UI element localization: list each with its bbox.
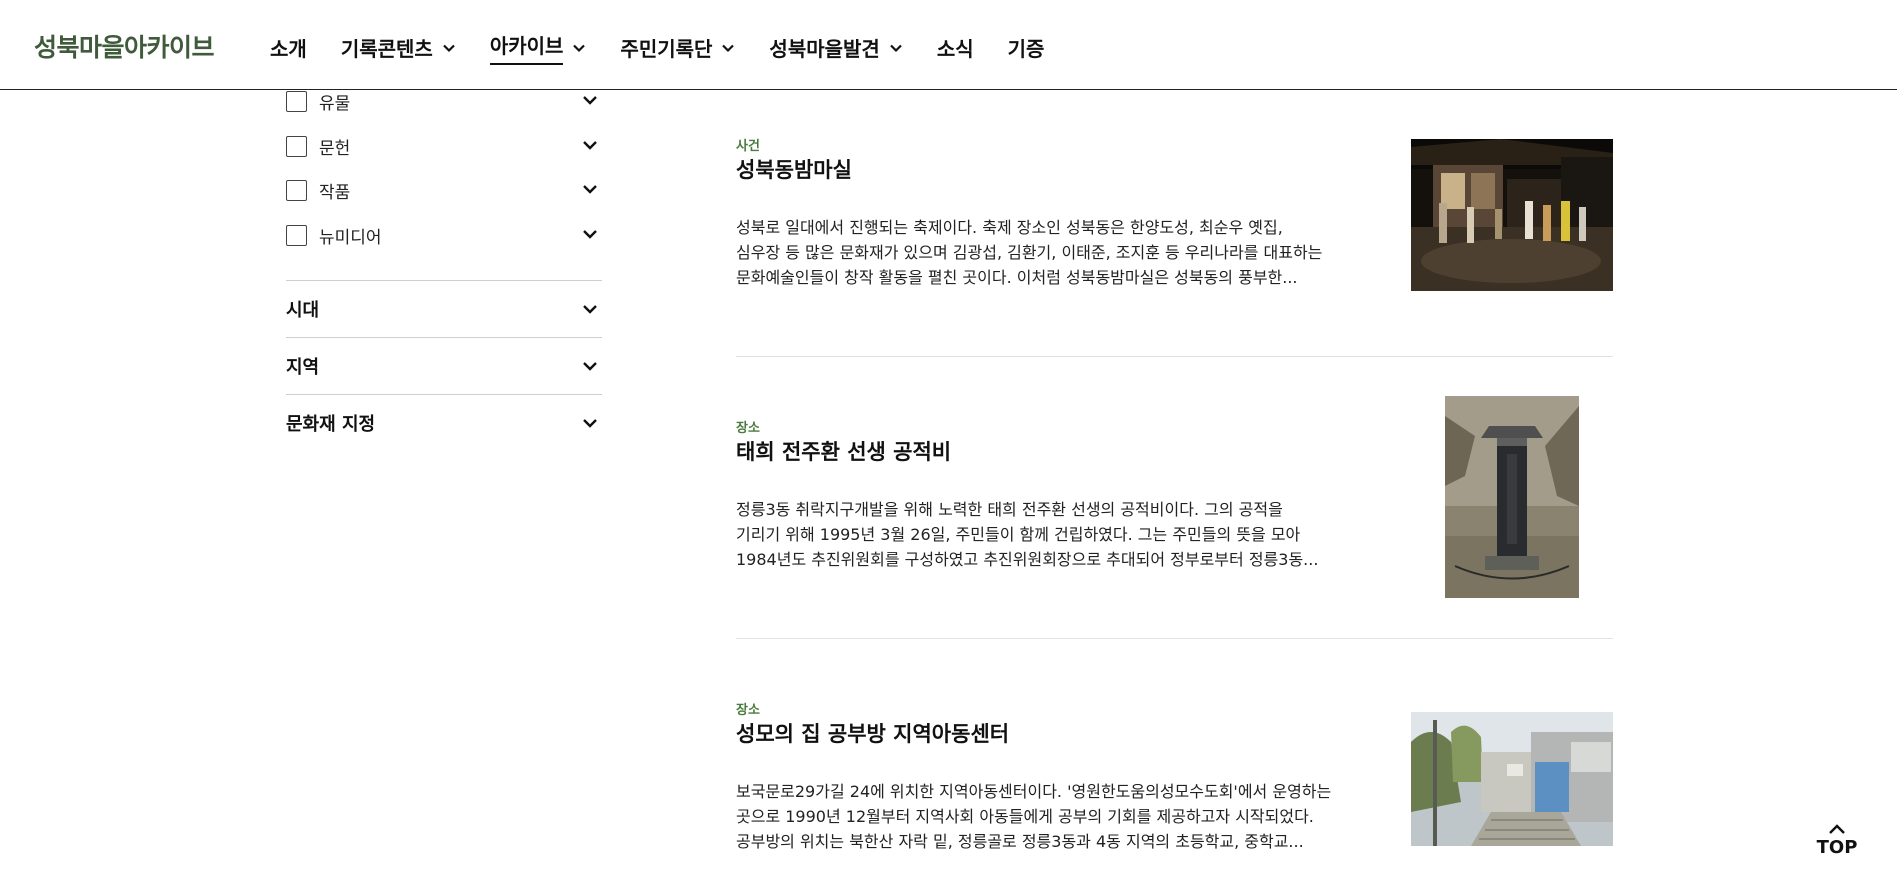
type-filter-artifact[interactable]: 유물 bbox=[286, 88, 602, 114]
filter-section-region[interactable]: 지역 bbox=[286, 337, 602, 394]
nav-item-residents[interactable]: 주민기록단 bbox=[620, 33, 735, 62]
nav-item-records[interactable]: 기록콘텐츠 bbox=[341, 33, 456, 62]
result-title[interactable]: 성모의 집 공부방 지역아동센터 bbox=[736, 718, 1009, 748]
description-line: 정릉3동 취락지구개발을 위해 노력한 태희 전주환 선생의 공적비이다. 그의… bbox=[736, 500, 1283, 519]
chevron-down-icon bbox=[443, 44, 455, 52]
nav-label: 소식 bbox=[936, 37, 974, 61]
monument-stone-photo bbox=[1445, 396, 1579, 598]
description-line: 문화예술인들이 창작 활동을 펼친 곳이다. 이처럼 성북동밤마실은 성북동의 … bbox=[736, 268, 1298, 287]
type-label: 문헌 bbox=[319, 138, 351, 159]
result-title[interactable]: 태희 전주환 선생 공적비 bbox=[736, 436, 951, 466]
type-label: 뉴미디어 bbox=[319, 227, 382, 248]
chevron-down-icon[interactable] bbox=[582, 137, 598, 153]
chevron-down-icon bbox=[583, 362, 597, 371]
chevron-down-icon bbox=[890, 44, 902, 52]
result-divider bbox=[736, 638, 1613, 639]
result-thumbnail[interactable] bbox=[1445, 396, 1579, 598]
night-festival-photo bbox=[1411, 139, 1613, 291]
chevron-down-icon bbox=[583, 305, 597, 314]
result-description: 보국문로29가길 24에 위치한 지역아동센터이다. '영원한도움의성모수도회'… bbox=[736, 779, 1356, 854]
top-label: TOP bbox=[1816, 837, 1858, 858]
description-line: 심우장 등 많은 문화재가 있으며 김광섭, 김환기, 이태준, 조지훈 등 우… bbox=[736, 243, 1323, 262]
chevron-down-icon[interactable] bbox=[582, 181, 598, 197]
nav-label: 기증 bbox=[1007, 37, 1045, 61]
description-line: 곳으로 1990년 12월부터 지역사회 아동들에게 공부의 기회를 제공하고자… bbox=[736, 807, 1314, 826]
nav-label: 주민기록단 bbox=[620, 37, 713, 61]
nav-label: 아카이브 bbox=[489, 30, 564, 65]
type-filter-artwork[interactable]: 작품 bbox=[286, 177, 602, 203]
result-title[interactable]: 성북동밤마실 bbox=[736, 154, 852, 184]
scroll-to-top-button[interactable]: TOP bbox=[1814, 820, 1860, 864]
site-header: 성북마을아카이브 소개 기록콘텐츠 아카이브 주민기록단 성북마을발견 소식 기… bbox=[0, 0, 1897, 90]
type-label: 작품 bbox=[319, 182, 351, 203]
filter-label: 문화재 지정 bbox=[286, 414, 376, 435]
description-line: 성북로 일대에서 진행되는 축제이다. 축제 장소인 성북동은 한양도성, 최순… bbox=[736, 218, 1283, 237]
type-filter-new-media[interactable]: 뉴미디어 bbox=[286, 222, 602, 248]
result-thumbnail[interactable] bbox=[1411, 139, 1613, 291]
description-line: 보국문로29가길 24에 위치한 지역아동센터이다. '영원한도움의성모수도회'… bbox=[736, 782, 1332, 801]
nav-label: 성북마을발견 bbox=[769, 37, 880, 61]
nav-item-intro[interactable]: 소개 bbox=[270, 33, 307, 62]
nav-item-archive[interactable]: 아카이브 bbox=[489, 30, 587, 65]
description-line: 공부방의 위치는 북한산 자락 밑, 정릉골로 정릉3동과 4동 지역의 초등학… bbox=[736, 832, 1304, 851]
type-checkbox[interactable] bbox=[286, 135, 307, 157]
result-divider bbox=[736, 356, 1613, 357]
description-line: 기리기 위해 1995년 3월 26일, 주민들이 함께 건립하였다. 그는 주… bbox=[736, 525, 1301, 544]
type-checkbox[interactable] bbox=[286, 224, 307, 246]
result-description: 성북로 일대에서 진행되는 축제이다. 축제 장소인 성북동은 한양도성, 최순… bbox=[736, 215, 1356, 290]
filter-label: 시대 bbox=[286, 300, 320, 321]
nav-item-news[interactable]: 소식 bbox=[937, 33, 974, 62]
chevron-down-icon bbox=[722, 44, 735, 52]
filter-label: 지역 bbox=[286, 357, 320, 378]
nav-item-donate[interactable]: 기증 bbox=[1008, 33, 1045, 62]
main-nav: 소개 기록콘텐츠 아카이브 주민기록단 성북마을발견 소식 기증 bbox=[270, 30, 1078, 65]
chevron-up-icon bbox=[1829, 824, 1845, 834]
chevron-down-icon[interactable] bbox=[582, 226, 598, 242]
nav-item-discover[interactable]: 성북마을발견 bbox=[769, 33, 902, 62]
chevron-down-icon bbox=[583, 419, 597, 428]
nav-label: 기록콘텐츠 bbox=[340, 37, 433, 61]
filter-section-heritage[interactable]: 문화재 지정 bbox=[286, 394, 602, 451]
chevron-down-icon bbox=[573, 44, 586, 52]
type-checkbox[interactable] bbox=[286, 179, 307, 201]
description-line: 1984년도 추진위원회를 구성하였고 추진위원회장으로 추대되어 정부로부터 … bbox=[736, 550, 1319, 569]
nav-label: 소개 bbox=[270, 37, 307, 61]
result-description: 정릉3동 취락지구개발을 위해 노력한 태희 전주환 선생의 공적비이다. 그의… bbox=[736, 497, 1356, 572]
result-thumbnail[interactable] bbox=[1411, 712, 1613, 846]
alley-building-photo bbox=[1411, 712, 1613, 846]
type-label: 유물 bbox=[319, 93, 351, 114]
site-logo[interactable]: 성북마을아카이브 bbox=[34, 28, 215, 64]
type-checkbox[interactable] bbox=[286, 90, 307, 112]
type-filter-document[interactable]: 문헌 bbox=[286, 133, 602, 159]
chevron-down-icon[interactable] bbox=[582, 92, 598, 108]
filter-section-era[interactable]: 시대 bbox=[286, 280, 602, 337]
